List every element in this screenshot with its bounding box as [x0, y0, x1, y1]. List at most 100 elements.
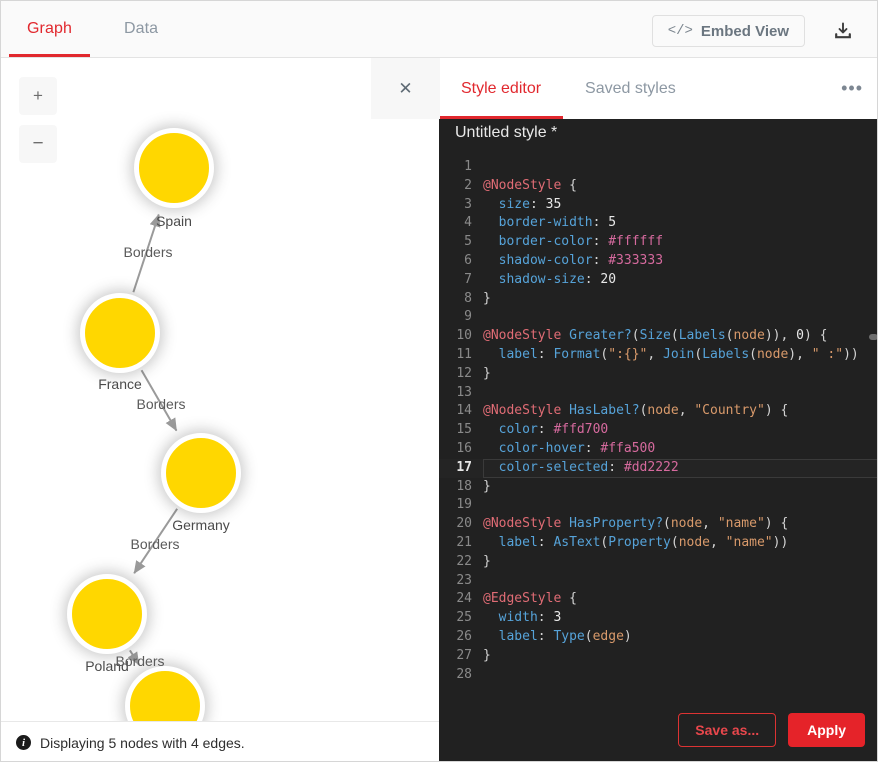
code-icon: </>	[667, 23, 693, 39]
code-line[interactable]: 9	[439, 308, 877, 327]
editor-scrollbar-thumb[interactable]	[869, 334, 877, 340]
line-text: shadow-color: #333333	[483, 252, 877, 271]
download-icon	[835, 22, 851, 39]
editor-tab-strip: Style editor Saved styles •••	[439, 58, 877, 119]
code-line[interactable]: 27}	[439, 647, 877, 666]
line-text: color: #ffd700	[483, 421, 877, 440]
line-text: size: 35	[483, 196, 877, 215]
code-line[interactable]: 5 border-color: #ffffff	[439, 233, 877, 252]
editor-tab-style-editor[interactable]: Style editor	[439, 58, 564, 119]
code-line[interactable]: 22}	[439, 553, 877, 572]
token-punc: (	[694, 346, 703, 362]
graph-node-spain[interactable]	[134, 128, 214, 208]
graph-canvas[interactable]: SpainFranceGermanyPolandRussiaBordersBor…	[1, 58, 439, 761]
token-punc	[483, 460, 499, 475]
token-punc: }	[483, 647, 491, 663]
graph-pane: SpainFranceGermanyPolandRussiaBordersBor…	[1, 58, 439, 761]
line-number: 13	[456, 384, 472, 400]
token-prop: shadow-size	[498, 271, 585, 287]
token-punc	[483, 347, 499, 362]
code-line[interactable]: 8}	[439, 290, 877, 309]
code-line[interactable]: 19	[439, 496, 877, 515]
edge-label: Borders	[136, 396, 186, 412]
line-text: }	[483, 553, 877, 572]
code-line[interactable]: 24 @EdgeStyle {	[439, 590, 877, 609]
code-line[interactable]: 25 width: 3	[439, 609, 877, 628]
line-number: 27	[456, 647, 472, 663]
line-number: 23	[456, 572, 472, 588]
code-line[interactable]: 12}	[439, 365, 877, 384]
token-punc: }	[483, 290, 491, 306]
node-circle	[67, 574, 147, 654]
editor-tab-saved-styles[interactable]: Saved styles	[563, 58, 698, 119]
token-prop: label	[498, 534, 538, 550]
code-line[interactable]: 13	[439, 384, 877, 403]
token-hex: #ffd700	[553, 422, 609, 438]
node-circle	[80, 293, 160, 373]
code-line[interactable]: 21 label: AsText(Property(node, "name"))	[439, 534, 877, 553]
code-line[interactable]: 11 label: Format(":{}", Join(Labels(node…	[439, 346, 877, 365]
code-line[interactable]: 14 @NodeStyle HasLabel?(node, "Country") …	[439, 402, 877, 421]
token-var: node	[670, 516, 703, 532]
token-hex: #dd2222	[623, 459, 679, 475]
token-hex: #333333	[608, 252, 664, 268]
token-punc: }	[483, 365, 491, 381]
code-line[interactable]: 10 @NodeStyle Greater?(Size(Labels(node))…	[439, 327, 877, 346]
code-editor[interactable]: 1 2 @NodeStyle {3 size: 35 4 border-width: …	[439, 158, 877, 718]
code-line[interactable]: 28	[439, 666, 877, 685]
code-line[interactable]: 4 border-width: 5	[439, 214, 877, 233]
top-tab-data[interactable]: Data	[98, 1, 184, 57]
token-var: node	[756, 346, 789, 362]
token-punc: :	[537, 346, 554, 362]
token-at: @NodeStyle	[483, 516, 562, 532]
code-line[interactable]: 23	[439, 572, 877, 591]
line-number: 8	[464, 290, 472, 306]
token-punc: (	[663, 516, 671, 532]
graph-node-poland[interactable]	[67, 574, 147, 654]
code-line[interactable]: 7 shadow-size: 20	[439, 271, 877, 290]
close-panel-button[interactable]: ✕	[371, 58, 440, 119]
code-line[interactable]: 3 size: 35	[439, 196, 877, 215]
token-punc	[483, 441, 499, 456]
apply-button[interactable]: Apply	[788, 713, 865, 747]
code-line[interactable]: 26 label: Type(edge)	[439, 628, 877, 647]
node-label: Spain	[156, 213, 192, 229]
line-text: border-color: #ffffff	[483, 233, 877, 252]
line-number: 4	[464, 215, 472, 231]
code-line[interactable]: 17 color-selected: #dd2222	[439, 458, 877, 478]
code-line[interactable]: 16 color-hover: #ffa500	[439, 440, 877, 459]
graph-node-france[interactable]	[80, 293, 160, 373]
line-number: 25	[456, 610, 472, 626]
download-button[interactable]	[829, 17, 857, 45]
token-punc: }	[483, 553, 491, 569]
token-prop: shadow-color	[498, 252, 593, 268]
token-punc: (	[725, 328, 734, 344]
token-punc: {	[561, 177, 577, 193]
edge-label: Borders	[115, 653, 165, 669]
token-at: @NodeStyle	[483, 403, 562, 419]
code-line[interactable]: 15 color: #ffd700	[439, 421, 877, 440]
editor-more-button[interactable]: •••	[841, 58, 863, 119]
zoom-out-button[interactable]: −	[19, 125, 57, 163]
line-text: }	[483, 290, 877, 309]
save-as-button[interactable]: Save as...	[678, 713, 777, 747]
token-punc: :	[592, 215, 609, 231]
line-text: @EdgeStyle {	[483, 590, 877, 609]
token-punc	[483, 272, 499, 287]
line-number: 26	[456, 628, 472, 644]
code-line[interactable]: 20 @NodeStyle HasProperty?(node, "name") …	[439, 515, 877, 534]
line-text: label: AsText(Property(node, "name"))	[483, 534, 877, 553]
zoom-in-button[interactable]: +	[19, 77, 57, 115]
top-tab-graph[interactable]: Graph	[1, 1, 98, 57]
code-line[interactable]: 2 @NodeStyle {	[439, 177, 877, 196]
graph-node-germany[interactable]	[161, 433, 241, 513]
token-punc: ) {	[803, 328, 828, 344]
line-text: @NodeStyle HasLabel?(node, "Country") {	[483, 402, 877, 421]
close-icon: ✕	[398, 78, 413, 98]
line-number: 5	[464, 234, 472, 250]
code-line[interactable]: 18}	[439, 478, 877, 497]
embed-view-button[interactable]: </> Embed View	[651, 15, 805, 47]
code-line[interactable]: 1	[439, 158, 877, 177]
code-line[interactable]: 6 shadow-color: #333333	[439, 252, 877, 271]
line-text: }	[483, 647, 877, 666]
